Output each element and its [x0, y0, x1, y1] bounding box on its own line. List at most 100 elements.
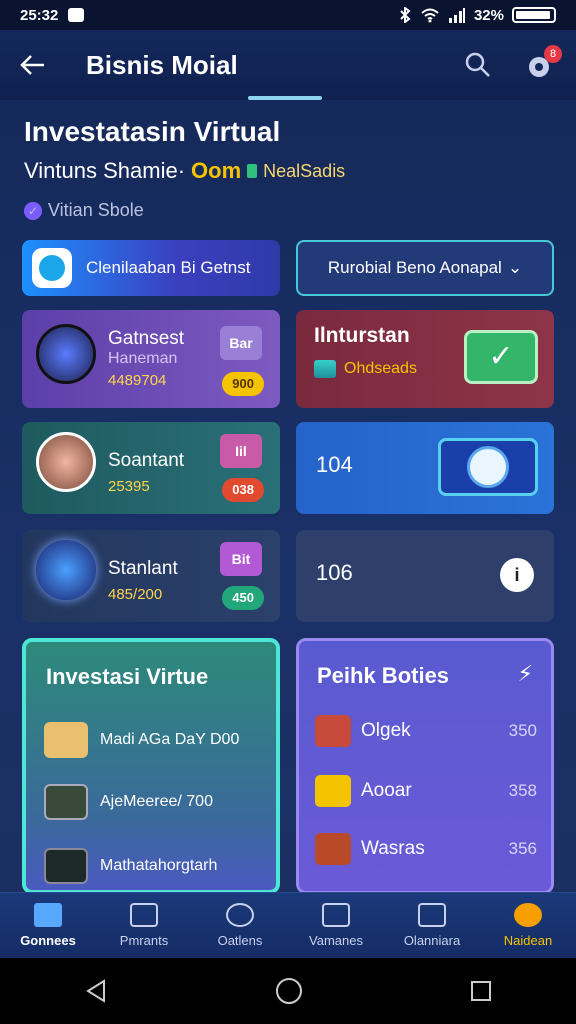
card-subtitle-row: Ohdseads: [314, 360, 417, 378]
nav-home[interactable]: Gonnees: [3, 903, 93, 948]
card-number: 485/200: [108, 586, 163, 603]
interest-card[interactable]: Ilnturstan Ohdseads ✓: [296, 310, 554, 408]
nav-label: Naidean: [503, 933, 553, 948]
list-item[interactable]: Wasras 356: [315, 833, 537, 865]
card-name: Gatnsest: [108, 328, 185, 349]
item-label: AjeMeeree/ 700: [100, 793, 213, 810]
nav-label: Gonnees: [20, 933, 76, 948]
verified-label: Vitian Sbole: [48, 200, 144, 220]
list-item[interactable]: Olgek 350: [315, 715, 537, 747]
battery-percent: 32%: [473, 6, 504, 24]
nav-label: Vamanes: [309, 933, 363, 948]
info-icon[interactable]: i: [500, 558, 534, 592]
nav-label: Olanniara: [403, 933, 461, 948]
recents-square-icon[interactable]: [470, 980, 492, 1002]
home-circle-icon[interactable]: [275, 977, 303, 1005]
settings-button[interactable]: 8: [526, 45, 562, 79]
item-icon: [44, 722, 88, 758]
card-value: 106: [316, 560, 353, 585]
app-logo-icon: [32, 248, 72, 288]
battery-icon: [512, 7, 556, 23]
item-label: Madi AGa DaY D00: [100, 731, 240, 748]
card-number: 25395: [108, 478, 150, 495]
card-tag: Bar: [220, 326, 262, 360]
mail-icon: [322, 903, 350, 927]
stack-icon: [314, 360, 336, 378]
investment-panel: Investasi Virtue Madi AGa DaY D00 AjeMee…: [22, 638, 280, 894]
primary-action-button[interactable]: Clenilaaban Bi Getnst: [22, 240, 280, 296]
store-icon: [418, 903, 446, 927]
target-icon: [226, 903, 254, 927]
item-icon: [315, 775, 351, 807]
item-icon: [44, 848, 88, 884]
page-title: Investatasin Virtual: [24, 116, 281, 147]
nav-options[interactable]: Oatlens: [195, 903, 285, 948]
item-value: 350: [508, 721, 537, 740]
boosts-panel: Peihk Boties ⚡ Olgek 350 Aooar 358 Wasra…: [296, 638, 554, 894]
value-card-104[interactable]: 104: [296, 422, 554, 514]
leaf-icon: [247, 164, 258, 178]
bolt-icon[interactable]: ⚡: [518, 661, 533, 687]
nav-label: Oatlens: [217, 933, 263, 948]
status-icons: 32%: [398, 7, 556, 24]
nav-label: Pmrants: [119, 933, 169, 948]
card-number: 4489704: [108, 372, 167, 389]
item-label: Aooar: [361, 780, 412, 801]
panel-title: Investasi Virtue: [46, 664, 209, 689]
primary-action-label: Clenilaaban Bi Getnst: [86, 258, 251, 277]
value-card-106[interactable]: 106 i: [296, 530, 554, 622]
chevron-down-icon: ⌄: [507, 258, 523, 277]
card-title: Ilnturstan: [314, 324, 410, 347]
card-subtitle: Ohdseads: [344, 360, 417, 377]
verified-row: ✓ Vitian Sbole: [24, 200, 144, 221]
category-dropdown[interactable]: Rurobial Beno Aonapal ⌄: [296, 240, 554, 296]
item-value: 358: [508, 781, 537, 800]
clock-icon: [467, 446, 509, 488]
panel-title: Peihk Boties: [317, 663, 450, 688]
signal-icon: [448, 8, 465, 23]
item-value: 356: [508, 839, 537, 858]
nav-messages[interactable]: Vamanes: [291, 903, 381, 948]
avatar: [36, 432, 96, 492]
back-arrow-icon[interactable]: [20, 54, 46, 76]
clock: 25:32: [20, 6, 59, 24]
confirm-check-button[interactable]: ✓: [464, 330, 538, 384]
item-icon: [44, 784, 88, 820]
back-triangle-icon[interactable]: [84, 979, 108, 1003]
notification-icon: [68, 8, 85, 22]
om-label: Oom: [191, 158, 242, 183]
status-bar: 25:32 32%: [0, 0, 576, 30]
main-content: Investatasin Virtual Vintuns Shamie· Oom…: [0, 100, 576, 894]
card-chip: 038: [222, 478, 264, 502]
card-chip: 450: [222, 586, 264, 610]
avatar: [36, 324, 96, 384]
new-label: NealSadis: [263, 160, 346, 181]
check-badge-icon: ✓: [24, 201, 42, 220]
investor-card-1[interactable]: Gatnsest Haneman 4489704 Bar 900: [22, 310, 280, 408]
subtitle: Vintuns Shamie·: [24, 158, 186, 183]
wifi-icon: [421, 8, 439, 23]
nav-profile[interactable]: Naidean: [483, 903, 573, 948]
list-item[interactable]: AjeMeeree/ 700: [44, 784, 213, 820]
card-value: 104: [316, 452, 353, 477]
search-icon[interactable]: [464, 51, 492, 79]
avatar: [36, 540, 96, 600]
worker-avatar-icon: [514, 903, 542, 927]
clock-button[interactable]: [438, 438, 538, 496]
list-item[interactable]: Mathatahorgtarh: [44, 848, 217, 884]
app-title: Bisnis Moial: [86, 49, 238, 80]
system-navigation-bar: [0, 958, 576, 1024]
home-icon: [34, 903, 62, 927]
list-item[interactable]: Madi AGa DaY D00: [44, 722, 239, 758]
item-icon: [315, 833, 351, 865]
investor-card-3[interactable]: Stanlant 485/200 Bit 450: [22, 530, 280, 622]
nav-properties[interactable]: Pmrants: [99, 903, 189, 948]
card-chip: 900: [222, 372, 264, 396]
item-icon: [315, 715, 351, 747]
item-label: Mathatahorgtarh: [100, 857, 218, 874]
list-item[interactable]: Aooar 358: [315, 775, 537, 807]
card-tag: Bit: [220, 542, 262, 576]
nav-store[interactable]: Olanniara: [387, 903, 477, 948]
investor-card-2[interactable]: Soantant 25395 Iil 038: [22, 422, 280, 514]
card-subtitle: Haneman: [108, 350, 178, 367]
